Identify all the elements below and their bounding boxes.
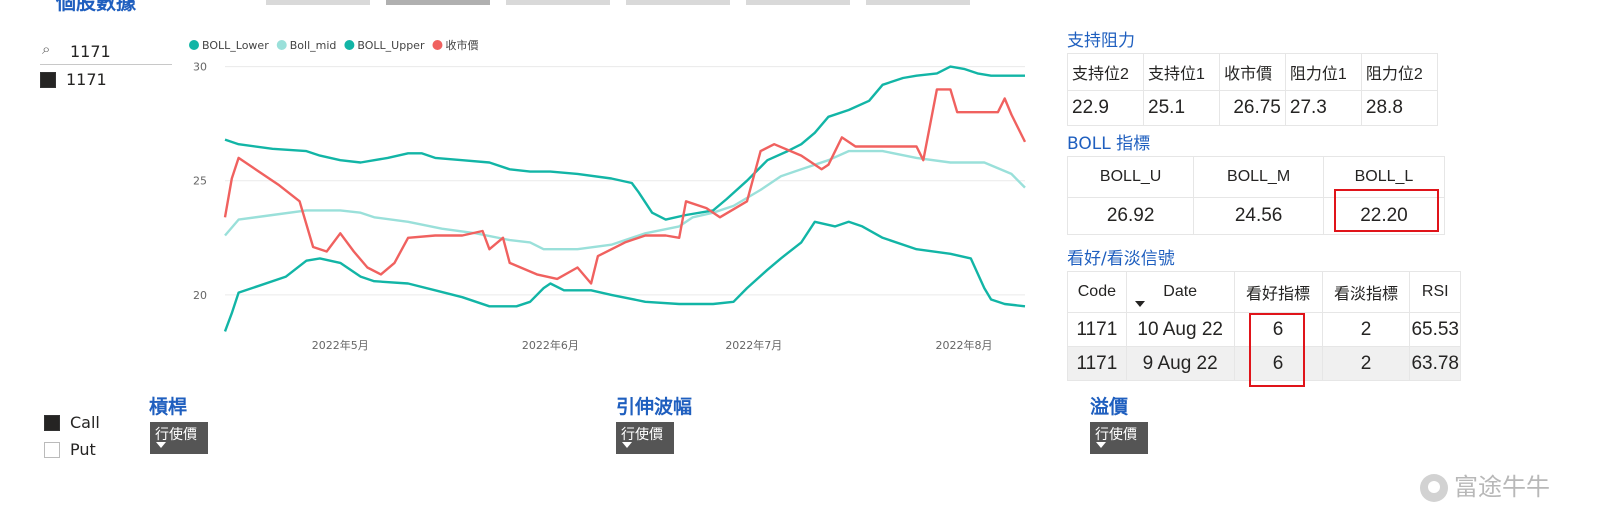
put-label: Put xyxy=(70,440,96,459)
sr-value-1: 25.1 xyxy=(1143,90,1221,126)
series-line xyxy=(223,88,1027,285)
put-checkbox[interactable] xyxy=(44,441,60,458)
y-tick-label: 30 xyxy=(193,61,207,74)
sr-header-1[interactable]: 支持位1 xyxy=(1143,53,1221,91)
stock-search-input[interactable]: ⌕ 1171 xyxy=(40,40,172,65)
sr-value-4: 28.8 xyxy=(1360,90,1439,126)
chevron-down-icon xyxy=(622,442,632,448)
search-icon: ⌕ xyxy=(42,40,51,58)
leverage-strike-dropdown[interactable]: 行使價 xyxy=(150,422,208,454)
slicer-item-label: 1171 xyxy=(66,70,107,89)
slicer-item[interactable]: 1171 xyxy=(40,69,107,91)
chart-svg: 20 25 30 2022年5月 2022年6月 2022年7月 2022年8月 BOLL_L… xyxy=(189,38,1027,352)
boll-header-m[interactable]: BOLL_M xyxy=(1193,156,1324,198)
sr-header-3[interactable]: 阻力位1 xyxy=(1284,53,1362,91)
signals-title: 看好/看淡信號 xyxy=(1067,249,1175,269)
nav-tab-3[interactable] xyxy=(506,0,610,5)
chevron-down-icon xyxy=(156,442,166,448)
signals-cell: 63.78 xyxy=(1409,346,1461,381)
call-put-slicer: Call Put xyxy=(44,412,100,466)
signals-cell: 10 Aug 22 xyxy=(1125,312,1235,347)
dropdown-label: 行使價 xyxy=(155,427,197,443)
watermark: 富途牛牛 xyxy=(1420,467,1550,502)
series-line xyxy=(224,65,1025,221)
signals-header-date[interactable]: Date xyxy=(1125,271,1235,313)
nav-tab-2[interactable] xyxy=(386,0,490,5)
highlight-box-bullish xyxy=(1249,313,1305,387)
signals-cell: 2 xyxy=(1321,346,1411,381)
signals-cell: 65.53 xyxy=(1409,312,1461,347)
sr-header-4[interactable]: 阻力位2 xyxy=(1360,53,1439,91)
watermark-text: 富途牛牛 xyxy=(1454,473,1550,501)
signals-cell: 1171 xyxy=(1067,312,1127,347)
premium-title: 溢價 xyxy=(1090,396,1129,418)
boll-header-u[interactable]: BOLL_U xyxy=(1066,156,1195,198)
signals-header-rsi[interactable]: RSI xyxy=(1409,271,1461,313)
support-resistance-title: 支持阻力 xyxy=(1067,31,1135,51)
sr-header-0[interactable]: 支持位2 xyxy=(1066,53,1145,91)
nav-tab-1[interactable] xyxy=(266,0,370,5)
leverage-title: 槓桿 xyxy=(149,396,188,418)
x-tick-label: 2022年6月 xyxy=(522,338,579,352)
series-line xyxy=(224,149,1026,251)
sr-value-2: 26.75 xyxy=(1219,90,1286,126)
boll-title: BOLL 指標 xyxy=(1067,134,1151,154)
y-tick-label: 25 xyxy=(193,175,207,188)
y-tick-label: 20 xyxy=(193,289,207,302)
dropdown-label: 行使價 xyxy=(1095,427,1137,443)
sr-value-3: 27.3 xyxy=(1284,90,1362,126)
signals-header-bullish[interactable]: 看好指標 xyxy=(1233,271,1323,313)
page-header-title: 個股數據 xyxy=(56,0,136,14)
legend-marker xyxy=(189,40,199,50)
slicer-checkbox[interactable] xyxy=(40,71,56,88)
legend-marker xyxy=(432,40,443,50)
boll-value-m: 24.56 xyxy=(1193,197,1324,235)
highlight-box-boll-l xyxy=(1334,189,1439,232)
signals-cell: 2 xyxy=(1321,312,1411,347)
search-value: 1171 xyxy=(70,42,111,61)
nav-tab-4[interactable] xyxy=(626,0,730,5)
signals-cell: 9 Aug 22 xyxy=(1125,346,1235,381)
call-checkbox[interactable] xyxy=(44,414,60,431)
futu-logo-icon xyxy=(1420,474,1448,502)
boll-value-u: 26.92 xyxy=(1066,197,1195,235)
nav-tab-5[interactable] xyxy=(746,0,850,5)
legend-marker xyxy=(344,40,355,50)
signals-header-code[interactable]: Code xyxy=(1067,271,1127,313)
sr-value-0: 22.9 xyxy=(1066,90,1145,126)
nav-tab-6[interactable] xyxy=(866,0,970,5)
signals-header-date-label: Date xyxy=(1163,283,1198,300)
legend-label: BOLL_Upper xyxy=(357,39,425,52)
sr-header-2[interactable]: 收市價 xyxy=(1219,53,1286,91)
implied-vol-title: 引伸波幅 xyxy=(616,396,693,418)
legend-label: BOLL_Lower xyxy=(202,39,269,52)
signals-cell: 1171 xyxy=(1067,346,1127,381)
legend-marker xyxy=(276,40,287,50)
x-tick-label: 2022年5月 xyxy=(312,338,369,352)
call-label: Call xyxy=(70,413,100,432)
premium-strike-dropdown[interactable]: 行使價 xyxy=(1090,422,1148,454)
legend-label: Boll_mid xyxy=(290,39,337,52)
x-tick-label: 2022年8月 xyxy=(935,338,992,352)
legend-label: 收市價 xyxy=(445,38,478,52)
dropdown-label: 行使價 xyxy=(621,427,663,443)
x-tick-label: 2022年7月 xyxy=(725,338,782,352)
sort-desc-icon[interactable] xyxy=(1134,301,1145,307)
put-item[interactable]: Put xyxy=(44,439,100,466)
boll-line-chart: 20 25 30 2022年5月 2022年6月 2022年7月 2022年8月 BOLL_L… xyxy=(185,34,1035,364)
signals-header-bearish[interactable]: 看淡指標 xyxy=(1321,271,1411,313)
call-item[interactable]: Call xyxy=(44,412,100,439)
support-resistance-table: 支持位2 支持位1 收市價 阻力位1 阻力位2 22.9 25.1 26.75 … xyxy=(1066,53,1439,126)
implied-vol-strike-dropdown[interactable]: 行使價 xyxy=(616,422,674,454)
chevron-down-icon xyxy=(1096,442,1106,448)
